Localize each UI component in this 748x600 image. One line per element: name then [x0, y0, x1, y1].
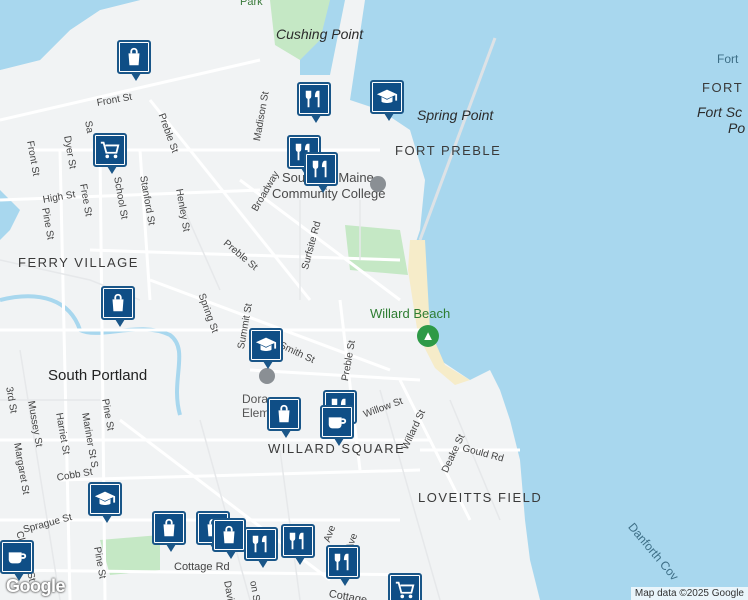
coffee-cup-icon	[323, 408, 351, 436]
shopping-bag-icon	[215, 521, 243, 549]
pin-shop-2[interactable]	[101, 286, 135, 327]
pin-grocery-1[interactable]	[93, 133, 127, 174]
shopping-bag-icon	[155, 514, 183, 542]
pin-cafe-2[interactable]	[0, 540, 34, 581]
pin-restaurant-3[interactable]	[304, 152, 338, 193]
pin-restaurant-5[interactable]	[244, 527, 278, 568]
pin-restaurant-6[interactable]	[281, 524, 315, 565]
school-icon	[373, 83, 401, 111]
pin-shop-1[interactable]	[117, 40, 151, 81]
restaurant-icon	[307, 155, 335, 183]
coffee-cup-icon	[3, 543, 31, 571]
pin-school-1[interactable]	[370, 80, 404, 121]
pin-shop-3[interactable]	[267, 397, 301, 438]
park-south	[100, 535, 160, 575]
map-attribution[interactable]: Map data ©2025 Google	[630, 587, 748, 600]
grocery-cart-icon	[96, 136, 124, 164]
shopping-bag-icon	[104, 289, 132, 317]
shopping-bag-icon	[120, 43, 148, 71]
pin-shop-6[interactable]	[212, 518, 246, 559]
restaurant-icon	[300, 85, 328, 113]
restaurant-icon	[284, 527, 312, 555]
school-icon	[252, 331, 280, 359]
map-canvas[interactable]: Cushing Point Park Spring Point FORT PRE…	[0, 0, 748, 600]
grocery-cart-icon	[391, 576, 419, 600]
pin-restaurant-1[interactable]	[297, 82, 331, 123]
google-logo[interactable]: Google	[6, 576, 66, 597]
pin-shop-4[interactable]	[152, 511, 186, 552]
pin-grocery-2[interactable]	[388, 573, 422, 600]
school-icon	[91, 485, 119, 513]
shopping-bag-icon	[270, 400, 298, 428]
pin-school-2[interactable]	[249, 328, 283, 369]
pier	[418, 37, 497, 241]
pin-cafe-1[interactable]	[320, 405, 354, 446]
pin-school-3[interactable]	[88, 482, 122, 523]
restaurant-icon	[247, 530, 275, 558]
restaurant-icon	[329, 548, 357, 576]
pin-restaurant-7[interactable]	[326, 545, 360, 586]
